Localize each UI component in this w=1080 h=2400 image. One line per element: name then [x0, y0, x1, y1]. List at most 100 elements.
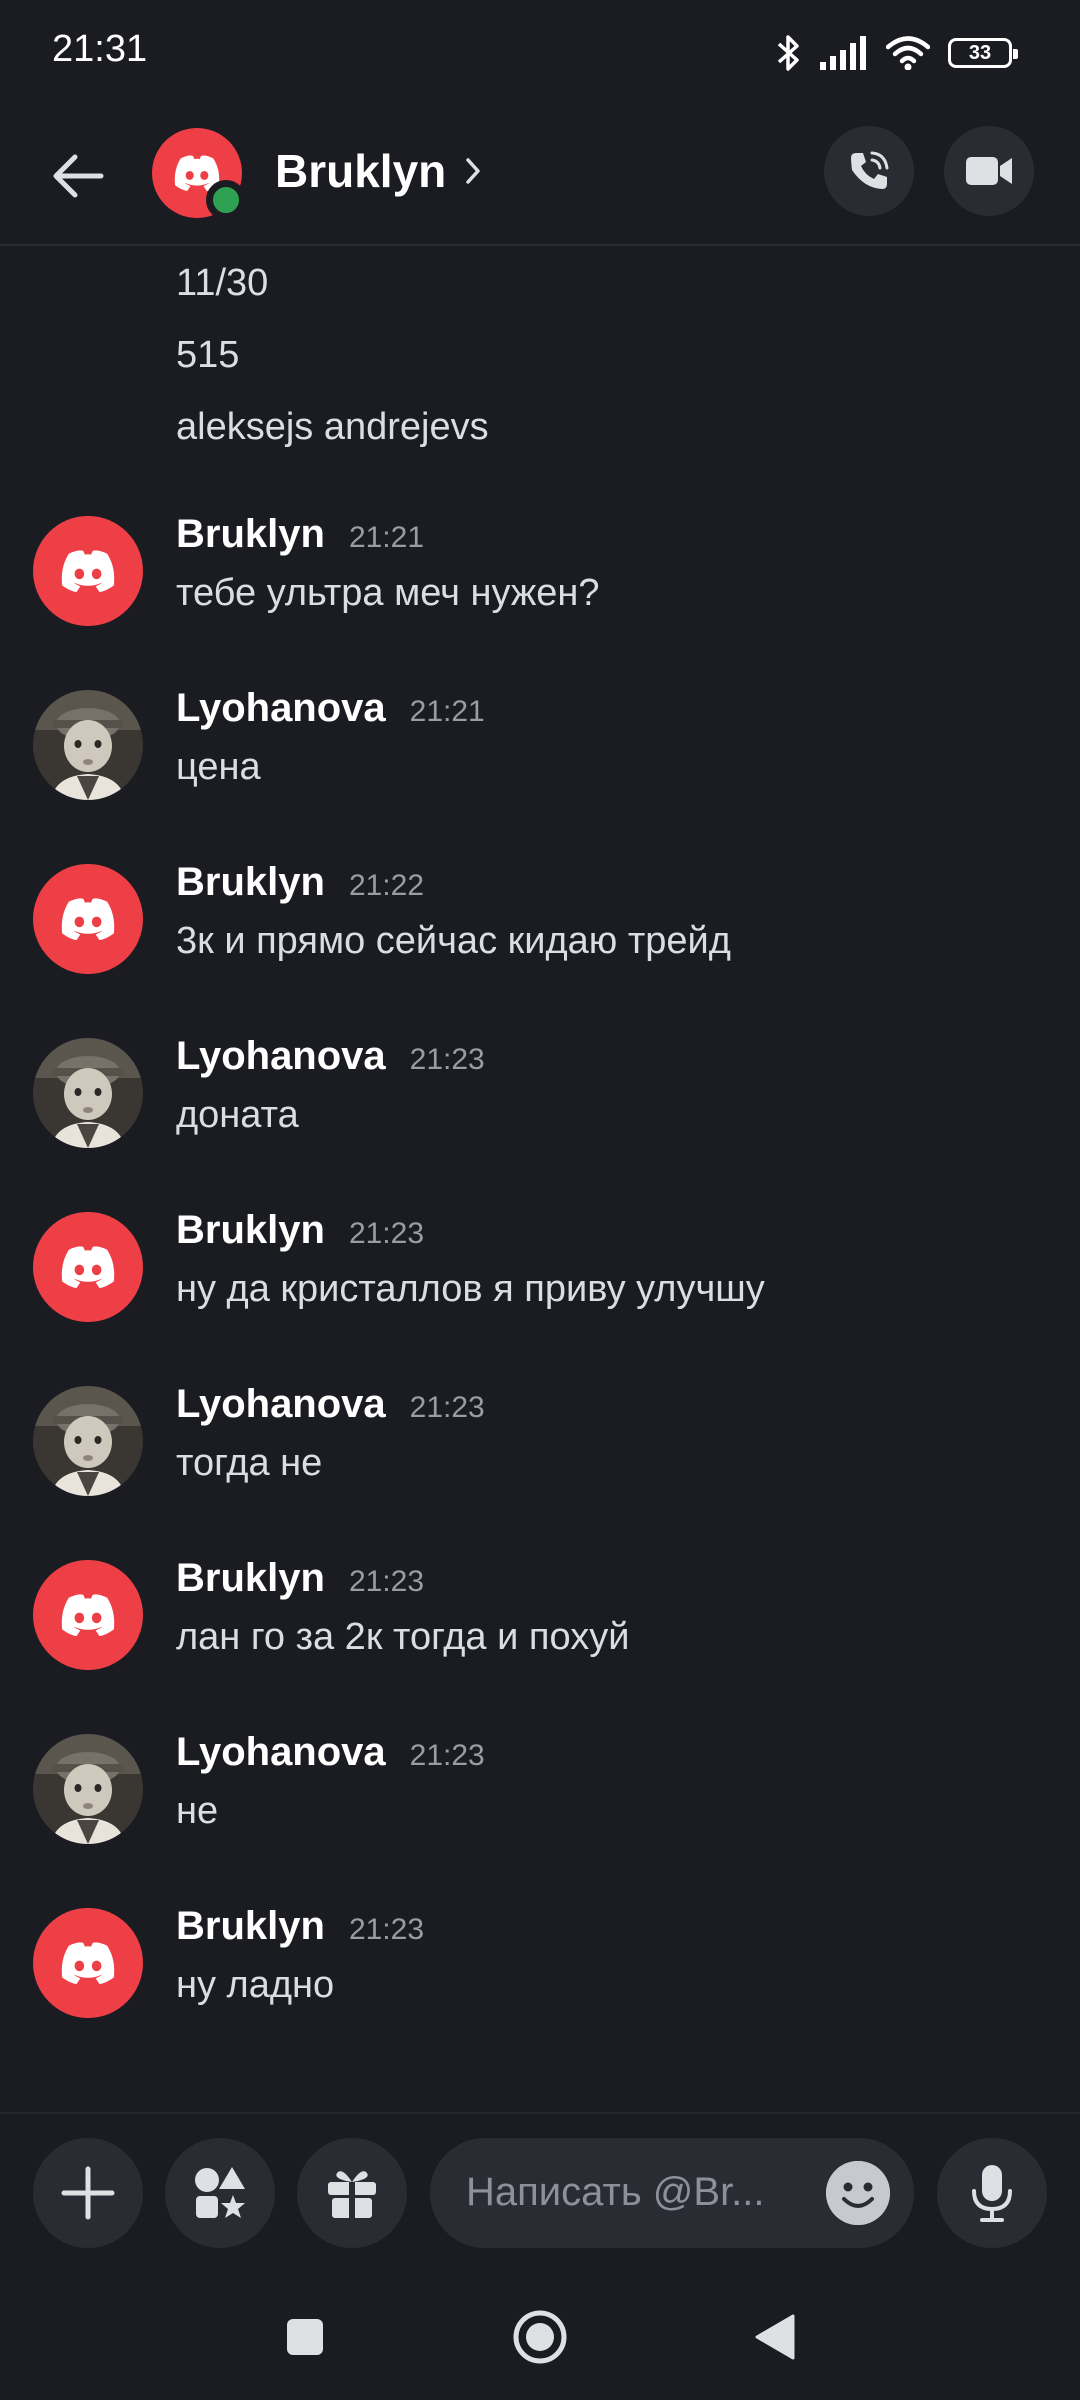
message-header: Bruklyn 21:21	[176, 512, 424, 557]
chat-header: Bruklyn	[0, 108, 1080, 246]
message-avatar[interactable]	[33, 1212, 143, 1322]
online-status-indicator	[206, 180, 246, 220]
message-item[interactable]: Bruklyn 21:22 3к и прямо сейчас кидаю трей…	[0, 850, 1080, 990]
user-photo-avatar	[33, 690, 143, 800]
user-photo-avatar	[33, 1734, 143, 1844]
bluetooth-icon	[776, 33, 802, 73]
message-item[interactable]: Bruklyn 21:23 лан го за 2к тогда и похуй	[0, 1546, 1080, 1686]
message-timestamp: 21:23	[348, 1913, 425, 1946]
message-header: Bruklyn 21:22	[176, 860, 424, 905]
message-timestamp: 21:21	[348, 521, 425, 554]
voice-message-button[interactable]	[937, 2138, 1047, 2248]
emoji-button[interactable]	[826, 2161, 890, 2225]
message-header: Lyohanova 21:23	[176, 1382, 485, 1427]
system-nav-bar	[0, 2280, 1080, 2400]
message-composer: Написать @Br...	[0, 2112, 1080, 2280]
message-input-placeholder: Написать @Br...	[466, 2170, 765, 2214]
message-text: лан го за 2к тогда и похуй	[176, 1616, 630, 1658]
message-header: Lyohanova 21:23	[176, 1034, 485, 1079]
battery-level: 33	[968, 41, 992, 64]
video-call-button[interactable]	[944, 126, 1034, 216]
message-item[interactable]: Lyohanova 21:23 доната	[0, 1024, 1080, 1164]
discord-logo-icon	[61, 550, 115, 593]
message-header: Bruklyn 21:23	[176, 1556, 424, 1601]
message-item[interactable]: Lyohanova 21:23 тогда не	[0, 1372, 1080, 1512]
message-item[interactable]: Bruklyn 21:23 ну ладно	[0, 1894, 1080, 2034]
back-arrow-icon	[53, 154, 104, 198]
message-item[interactable]: Bruklyn 21:21 тебе ультра меч нужен?	[0, 502, 1080, 642]
home-circle-icon	[513, 2310, 567, 2364]
plus-icon	[61, 2166, 115, 2220]
message-text: ну да кристаллов я приву улучшу	[176, 1268, 765, 1310]
message-header: Lyohanova 21:21	[176, 686, 485, 731]
battery-icon: 33	[948, 38, 1018, 68]
discord-logo-icon	[61, 1942, 115, 1985]
contact-name: Bruklyn	[275, 145, 447, 197]
message-avatar[interactable]	[33, 1734, 143, 1844]
emoji-icon	[826, 2161, 890, 2225]
message-text: цена	[176, 746, 261, 788]
message-header: Bruklyn 21:23	[176, 1208, 424, 1253]
message-continuation-line: 11/30	[176, 262, 269, 304]
message-item[interactable]: Lyohanova 21:23 не	[0, 1720, 1080, 1860]
message-timestamp: 21:22	[348, 869, 425, 902]
message-input[interactable]: Написать @Br...	[430, 2138, 914, 2248]
message-author[interactable]: Bruklyn	[176, 1556, 325, 1601]
message-author[interactable]: Lyohanova	[176, 1034, 386, 1079]
voice-call-button[interactable]	[824, 126, 914, 216]
message-avatar[interactable]	[33, 1908, 143, 2018]
video-icon	[966, 157, 1012, 185]
message-continuation-line: 515	[176, 334, 240, 376]
message-author[interactable]: Lyohanova	[176, 686, 386, 731]
home-button[interactable]	[505, 2302, 575, 2372]
message-avatar[interactable]	[33, 864, 143, 974]
gift-button[interactable]	[297, 2138, 407, 2248]
message-text: ну ладно	[176, 1964, 335, 2006]
message-list[interactable]: 11/30 515 aleksejs andrejevs Bruklyn 21:2…	[0, 248, 1080, 2108]
wifi-icon	[886, 36, 930, 70]
status-bar: 21:31 33	[0, 0, 1080, 108]
message-avatar[interactable]	[33, 690, 143, 800]
message-avatar[interactable]	[33, 1386, 143, 1496]
message-text: 3к и прямо сейчас кидаю трейд	[176, 920, 731, 962]
back-button[interactable]	[40, 138, 116, 214]
contact-title[interactable]: Bruklyn	[275, 144, 482, 198]
message-item[interactable]: Bruklyn 21:23 ну да кристаллов я приву улу…	[0, 1198, 1080, 1338]
message-author[interactable]: Lyohanova	[176, 1730, 386, 1775]
message-header: Bruklyn 21:23	[176, 1904, 424, 1949]
message-timestamp: 21:23	[409, 1391, 485, 1424]
back-triangle-icon	[755, 2314, 795, 2360]
message-text: тогда не	[176, 1442, 323, 1484]
signal-icon	[820, 36, 868, 70]
message-avatar[interactable]	[33, 1560, 143, 1670]
discord-logo-icon	[61, 1246, 115, 1289]
user-photo-avatar	[33, 1386, 143, 1496]
microphone-icon	[972, 2165, 1012, 2222]
phone-icon	[851, 151, 889, 189]
status-icons: 33	[776, 30, 1018, 76]
apps-icon	[195, 2167, 245, 2218]
message-avatar[interactable]	[33, 516, 143, 626]
message-header: Lyohanova 21:23	[176, 1730, 485, 1775]
attach-button[interactable]	[33, 2138, 143, 2248]
status-time: 21:31	[52, 28, 148, 70]
message-timestamp: 21:23	[409, 1043, 485, 1076]
message-author[interactable]: Bruklyn	[176, 1904, 325, 1949]
nav-back-button[interactable]	[740, 2302, 810, 2372]
message-text: доната	[176, 1094, 299, 1136]
message-author[interactable]: Bruklyn	[176, 1208, 325, 1253]
message-timestamp: 21:23	[348, 1565, 425, 1598]
message-item[interactable]: Lyohanova 21:21 цена	[0, 676, 1080, 816]
recents-square-icon	[287, 2319, 323, 2355]
message-continuation-line: aleksejs andrejevs	[176, 406, 489, 448]
message-timestamp: 21:23	[348, 1217, 425, 1250]
message-author[interactable]: Bruklyn	[176, 512, 325, 557]
message-author[interactable]: Bruklyn	[176, 860, 325, 905]
recents-button[interactable]	[270, 2302, 340, 2372]
discord-logo-icon	[61, 1594, 115, 1637]
user-photo-avatar	[33, 1038, 143, 1148]
message-author[interactable]: Lyohanova	[176, 1382, 386, 1427]
message-text: не	[176, 1790, 219, 1832]
message-avatar[interactable]	[33, 1038, 143, 1148]
apps-button[interactable]	[165, 2138, 275, 2248]
